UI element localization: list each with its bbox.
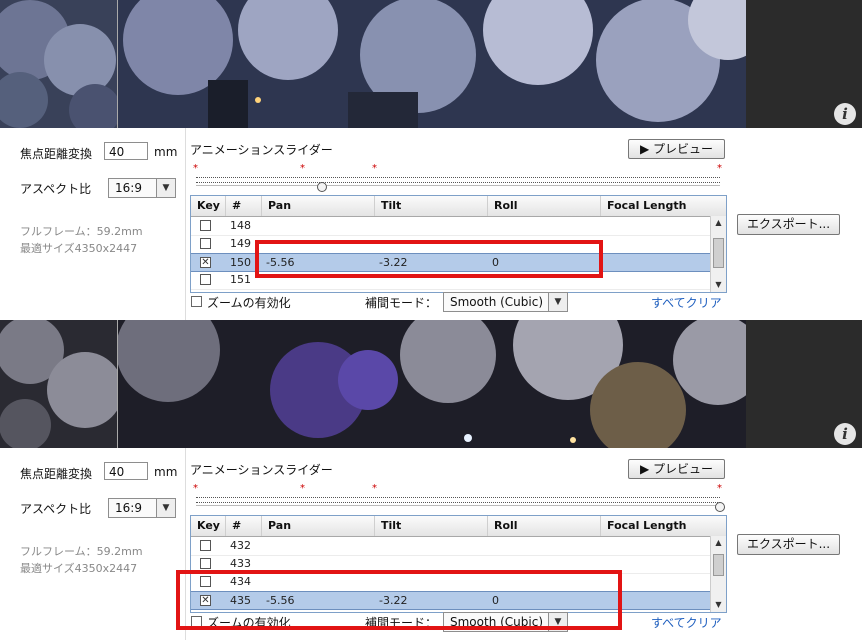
scroll-down-icon[interactable]: ▼	[711, 598, 726, 612]
zoom-label: ズームの有効化	[207, 296, 291, 310]
scroll-up-icon[interactable]: ▲	[711, 536, 726, 550]
editor-panel-bottom: i 焦点距離変換 40 mm アスペクト比 16:9 ▼ フルフレーム：59.2…	[0, 320, 862, 640]
animation-slider-track[interactable]	[196, 177, 720, 183]
col-roll[interactable]: Roll	[488, 196, 601, 216]
cell-number: 432	[230, 539, 251, 552]
settings-area: 焦点距離変換 40 mm アスペクト比 16:9 ▼ フルフレーム：59.2mm…	[0, 128, 862, 320]
panorama-preview[interactable]: i	[0, 0, 862, 128]
scroll-up-icon[interactable]: ▲	[711, 216, 726, 230]
optimal-size-info: 最適サイズ4350x2447	[20, 242, 138, 255]
keyframe-marker: *	[300, 163, 305, 174]
col-roll[interactable]: Roll	[488, 516, 601, 536]
aspect-label: アスペクト比	[20, 502, 92, 516]
col-tilt[interactable]: Tilt	[375, 516, 488, 536]
table-header: Key # Pan Tilt Roll Focal Length	[191, 516, 726, 537]
keyframe-marker: *	[717, 163, 722, 174]
scroll-thumb[interactable]	[713, 238, 724, 268]
cell-number: 151	[230, 273, 251, 286]
frame-guide-left	[117, 320, 118, 448]
highlight-annotation	[176, 570, 622, 630]
col-pan[interactable]: Pan	[262, 196, 375, 216]
key-checkbox[interactable]	[200, 540, 211, 551]
col-number[interactable]: #	[226, 516, 262, 536]
keyframe-marker: *	[300, 483, 305, 494]
scroll-thumb[interactable]	[713, 554, 724, 576]
chevron-down-icon[interactable]: ▼	[156, 179, 175, 197]
photo-left-section	[0, 320, 118, 448]
interp-label: 補間モード：	[365, 296, 438, 310]
focal-unit: mm	[154, 145, 178, 159]
aspect-label: アスペクト比	[20, 182, 92, 196]
table-row[interactable]: 148	[191, 217, 710, 236]
keyframe-marker: *	[372, 483, 377, 494]
animation-slider-track[interactable]	[196, 497, 720, 503]
cell-number: 150	[230, 256, 251, 269]
col-focal-length[interactable]: Focal Length	[601, 516, 726, 536]
scroll-down-icon[interactable]: ▼	[711, 278, 726, 292]
col-tilt[interactable]: Tilt	[375, 196, 488, 216]
preview-button[interactable]: ▶ プレビュー	[628, 459, 725, 479]
focal-label: 焦点距離変換	[20, 147, 93, 161]
animation-slider-baseline	[196, 185, 720, 186]
focal-input[interactable]: 40	[104, 142, 148, 160]
cell-number: 149	[230, 237, 251, 250]
panorama-preview[interactable]: i	[0, 320, 862, 448]
keyframe-marker: *	[193, 483, 198, 494]
col-key[interactable]: Key	[191, 516, 226, 536]
table-scrollbar[interactable]: ▲ ▼	[710, 536, 726, 612]
slider-title: アニメーションスライダー	[190, 143, 333, 157]
interp-select[interactable]: Smooth (Cubic) ▼	[443, 292, 568, 312]
focal-label: 焦点距離変換	[20, 467, 93, 481]
key-checkbox[interactable]	[200, 220, 211, 231]
slider-title: アニメーションスライダー	[190, 463, 333, 477]
aspect-value: 16:9	[115, 501, 142, 515]
photo-main-section	[118, 0, 746, 128]
preview-button[interactable]: ▶ プレビュー	[628, 139, 725, 159]
table-scrollbar[interactable]: ▲ ▼	[710, 216, 726, 292]
col-key[interactable]: Key	[191, 196, 226, 216]
focal-unit: mm	[154, 465, 178, 479]
focal-input[interactable]: 40	[104, 462, 148, 480]
zoom-checkbox[interactable]	[191, 296, 202, 307]
export-button[interactable]: エクスポート...	[737, 534, 840, 555]
optimal-size-info: 最適サイズ4350x2447	[20, 562, 138, 575]
chevron-down-icon[interactable]: ▼	[548, 293, 567, 311]
animation-slider-baseline	[196, 505, 720, 506]
fullframe-info: フルフレーム：59.2mm	[20, 545, 143, 558]
aspect-value: 16:9	[115, 181, 142, 195]
clear-all-link[interactable]: すべてクリア	[651, 294, 722, 311]
frame-guide-left	[117, 0, 118, 128]
interp-value: Smooth (Cubic)	[450, 295, 544, 309]
editor-panel-top: i 焦点距離変換 40 mm アスペクト比 16:9 ▼ フルフレーム：59.2…	[0, 0, 862, 320]
key-checkbox[interactable]	[200, 274, 211, 285]
key-checkbox-checked[interactable]: ✕	[200, 257, 211, 268]
photo-left-section	[0, 0, 118, 128]
col-pan[interactable]: Pan	[262, 516, 375, 536]
aspect-select[interactable]: 16:9 ▼	[108, 178, 176, 198]
keyframe-marker: *	[193, 163, 198, 174]
key-checkbox[interactable]	[200, 558, 211, 569]
key-checkbox[interactable]	[200, 238, 211, 249]
keyframe-marker: *	[717, 483, 722, 494]
aspect-select[interactable]: 16:9 ▼	[108, 498, 176, 518]
animation-slider-thumb[interactable]	[715, 502, 725, 512]
fullframe-info: フルフレーム：59.2mm	[20, 225, 143, 238]
export-button[interactable]: エクスポート...	[737, 214, 840, 235]
clear-all-link[interactable]: すべてクリア	[651, 614, 722, 631]
table-row[interactable]: 432	[191, 537, 710, 556]
cell-number: 148	[230, 219, 251, 232]
keyframe-marker: *	[372, 163, 377, 174]
col-number[interactable]: #	[226, 196, 262, 216]
photo-main-section	[118, 320, 746, 448]
table-header: Key # Pan Tilt Roll Focal Length	[191, 196, 726, 217]
col-focal-length[interactable]: Focal Length	[601, 196, 726, 216]
info-icon[interactable]: i	[834, 423, 856, 445]
chevron-down-icon[interactable]: ▼	[156, 499, 175, 517]
info-icon[interactable]: i	[834, 103, 856, 125]
animation-slider-thumb[interactable]	[316, 182, 327, 192]
highlight-annotation	[255, 240, 603, 278]
